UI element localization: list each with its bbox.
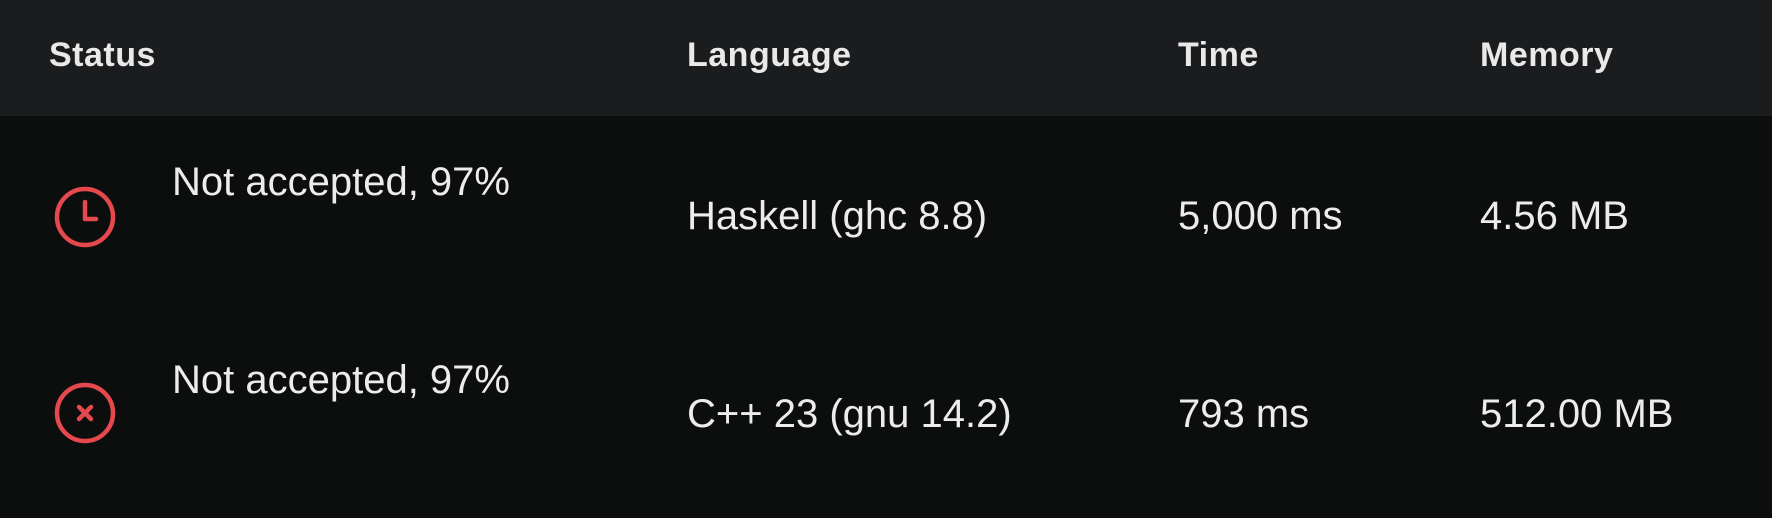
memory-cell: 4.56 MB bbox=[1480, 194, 1629, 238]
clock-icon bbox=[52, 184, 118, 250]
table-row[interactable]: Not accepted, 97% C++ 23 (gnu 14.2) 793 … bbox=[0, 314, 1772, 512]
x-circle-icon bbox=[52, 380, 118, 446]
language-cell: Haskell (ghc 8.8) bbox=[687, 194, 988, 238]
submissions-table: Status Language Time Memory Not accepted… bbox=[0, 0, 1772, 518]
time-cell: 5,000 ms bbox=[1178, 194, 1343, 238]
column-header-status[interactable]: Status bbox=[49, 34, 156, 76]
column-header-language[interactable]: Language bbox=[687, 34, 852, 76]
status-text[interactable]: Not accepted, 97% bbox=[172, 356, 510, 404]
table-row[interactable]: Not accepted, 97% Haskell (ghc 8.8) 5,00… bbox=[0, 116, 1772, 314]
column-header-time[interactable]: Time bbox=[1178, 34, 1259, 76]
table-header: Status Language Time Memory bbox=[0, 0, 1772, 116]
status-text[interactable]: Not accepted, 97% bbox=[172, 158, 510, 206]
memory-cell: 512.00 MB bbox=[1480, 392, 1674, 436]
time-cell: 793 ms bbox=[1178, 392, 1310, 436]
language-cell: C++ 23 (gnu 14.2) bbox=[687, 392, 1012, 436]
column-header-memory[interactable]: Memory bbox=[1480, 34, 1613, 76]
